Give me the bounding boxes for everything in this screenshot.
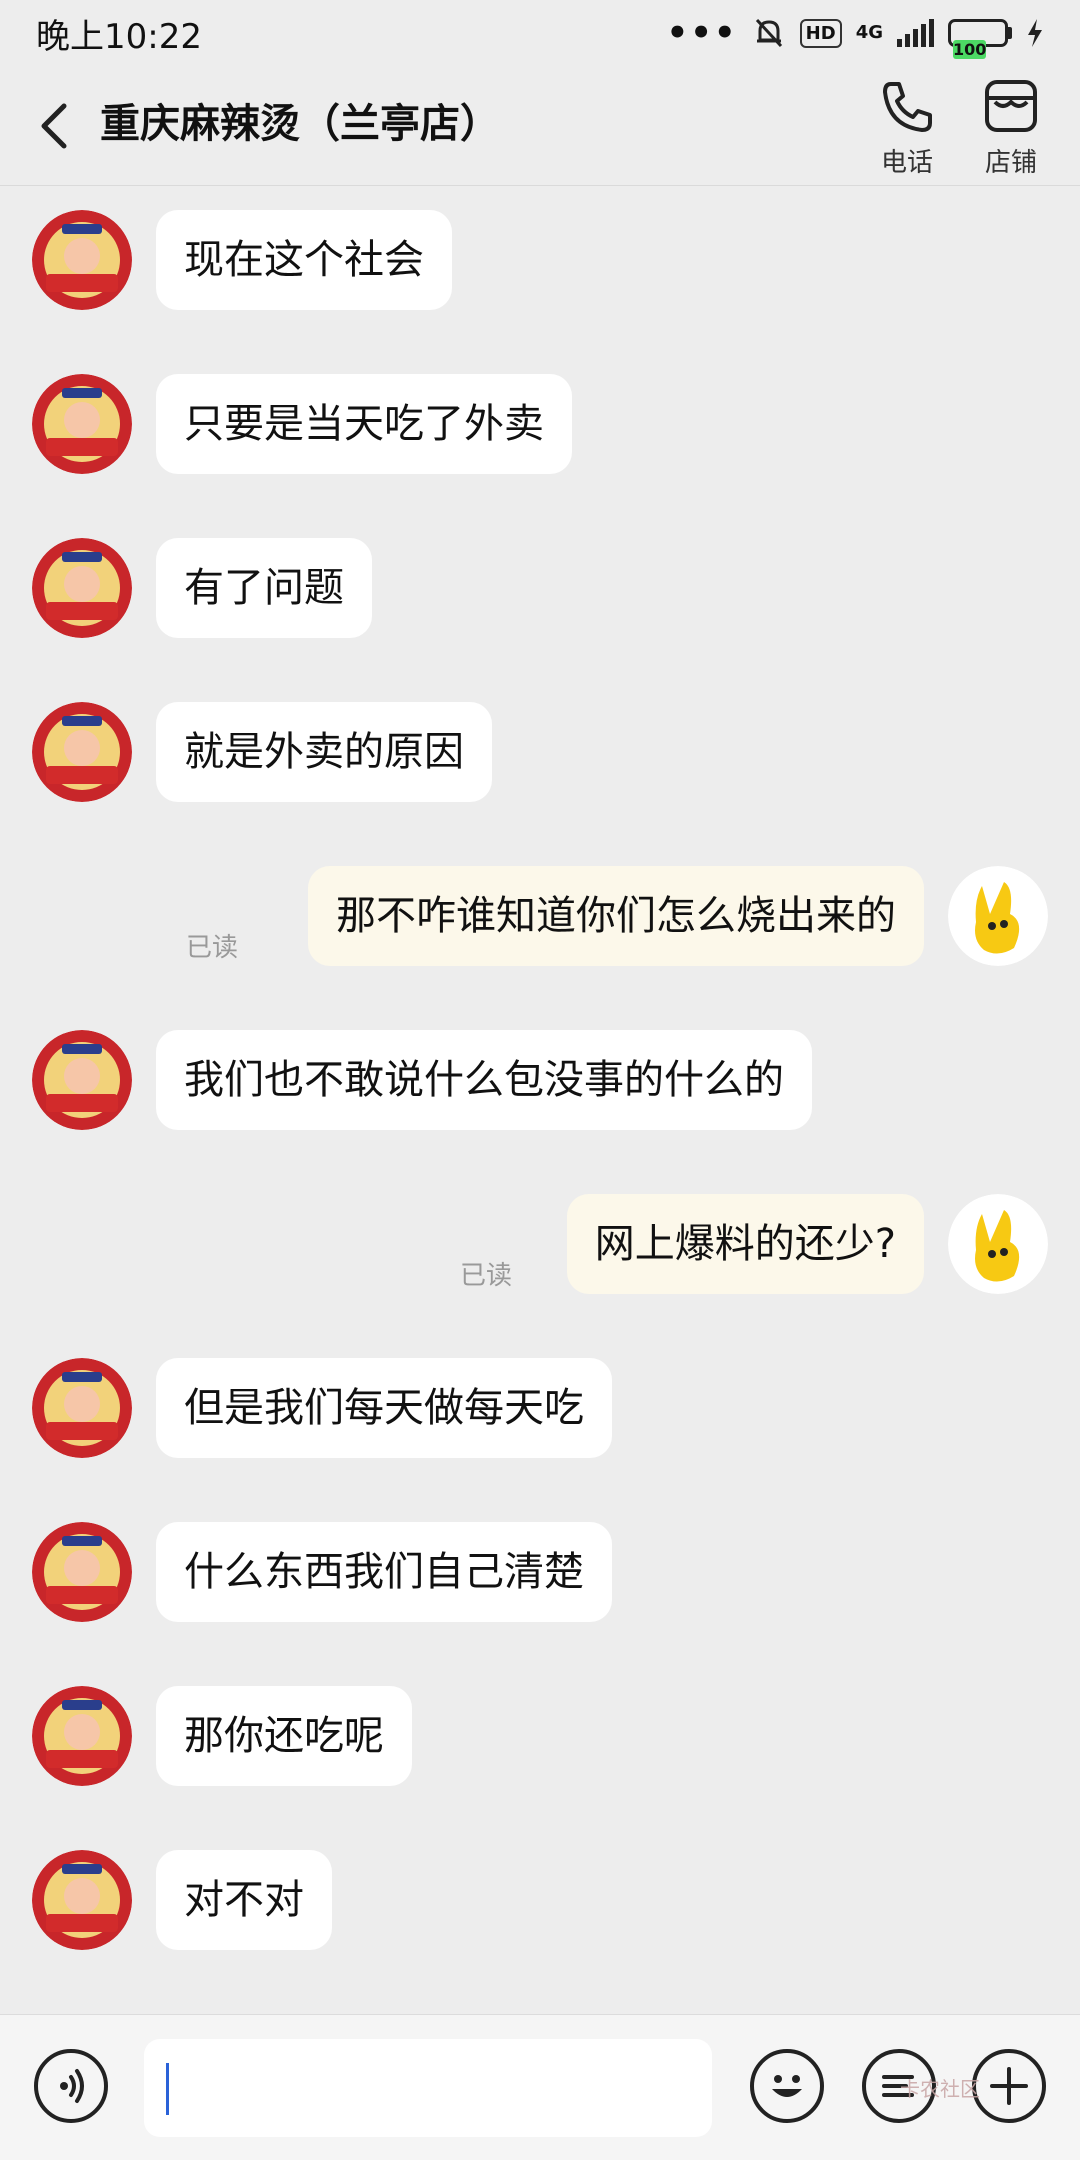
status-time: 晚上10:22 <box>36 16 202 57</box>
back-arrow-icon[interactable] <box>30 96 80 156</box>
message-row: 有了问题 <box>0 538 1080 638</box>
user-avatar[interactable] <box>948 1194 1048 1294</box>
read-receipt: 已读 <box>460 1261 513 1291</box>
user-avatar-icon <box>948 866 1048 966</box>
incoming-message-bubble[interactable]: 什么东西我们自己清楚 <box>156 1522 612 1622</box>
message-row: 那你还吃呢 <box>0 1686 1080 1786</box>
message-row: 但是我们每天做每天吃 <box>0 1358 1080 1458</box>
message-row: 我们也不敢说什么包没事的什么的 <box>0 1030 1080 1130</box>
shop-label: 店铺 <box>984 148 1037 178</box>
shop-logo-icon <box>32 1850 132 1950</box>
shop-logo-icon <box>32 1030 132 1130</box>
shop-avatar[interactable] <box>32 1850 132 1950</box>
hd-badge: HD <box>799 18 842 48</box>
message-row: 只要是当天吃了外卖 <box>0 374 1080 474</box>
shop-logo-icon <box>32 1358 132 1458</box>
battery-icon: 100 <box>948 19 1012 59</box>
status-icons: ••• HD 4G 100 <box>666 13 1044 59</box>
charging-icon <box>1028 19 1042 47</box>
more-notifications-icon: ••• <box>666 13 738 53</box>
shop-logo-icon <box>32 210 132 310</box>
plus-icon <box>990 2067 1028 2105</box>
user-avatar[interactable] <box>948 866 1048 966</box>
phone-label: 电话 <box>880 148 933 178</box>
shop-icon <box>985 80 1037 132</box>
message-row: 就是外卖的原因 <box>0 702 1080 802</box>
incoming-message-bubble[interactable]: 有了问题 <box>156 538 372 638</box>
shop-avatar[interactable] <box>32 538 132 638</box>
text-caret <box>166 2063 169 2115</box>
signal-icon <box>897 19 934 47</box>
shop-button[interactable]: 店铺 <box>966 76 1056 186</box>
status-bar: 晚上10:22 ••• HD 4G 100 <box>0 0 1080 66</box>
chat-title: 重庆麻辣烫（兰亭店） <box>100 101 500 147</box>
shop-avatar[interactable] <box>32 374 132 474</box>
shop-avatar[interactable] <box>32 702 132 802</box>
shop-logo-icon <box>32 374 132 474</box>
phone-button[interactable]: 电话 <box>862 76 952 186</box>
shop-avatar[interactable] <box>32 1358 132 1458</box>
input-bar: 卡农社区 <box>0 2014 1080 2160</box>
message-list[interactable]: 现在这个社会 只要是当天吃了外卖 有了问题 就是外卖的原因 那不咋谁知道你们怎么… <box>0 186 1080 2016</box>
user-avatar-icon <box>948 1194 1048 1294</box>
incoming-message-bubble[interactable]: 就是外卖的原因 <box>156 702 492 802</box>
voice-icon <box>60 2069 84 2103</box>
emoji-button[interactable] <box>750 2049 824 2123</box>
message-row: 对不对 <box>0 1850 1080 1950</box>
incoming-message-bubble[interactable]: 但是我们每天做每天吃 <box>156 1358 612 1458</box>
message-row: 那不咋谁知道你们怎么烧出来的 已读 <box>0 866 1080 966</box>
incoming-message-bubble[interactable]: 现在这个社会 <box>156 210 452 310</box>
more-actions-button[interactable] <box>972 2049 1046 2123</box>
shop-logo-icon <box>32 538 132 638</box>
message-row: 网上爆料的还少? 已读 <box>0 1194 1080 1294</box>
battery-level: 100 <box>953 40 987 59</box>
shop-avatar[interactable] <box>32 210 132 310</box>
incoming-message-bubble[interactable]: 我们也不敢说什么包没事的什么的 <box>156 1030 812 1130</box>
incoming-message-bubble[interactable]: 那你还吃呢 <box>156 1686 412 1786</box>
outgoing-message-bubble[interactable]: 那不咋谁知道你们怎么烧出来的 <box>308 866 924 966</box>
shop-avatar[interactable] <box>32 1686 132 1786</box>
shop-logo-icon <box>32 1686 132 1786</box>
shop-logo-icon <box>32 1522 132 1622</box>
phone-icon <box>883 82 932 132</box>
shop-avatar[interactable] <box>32 1030 132 1130</box>
emoji-icon <box>772 2075 802 2097</box>
message-row: 现在这个社会 <box>0 210 1080 310</box>
bell-muted-icon <box>755 18 782 48</box>
incoming-message-bubble[interactable]: 对不对 <box>156 1850 332 1950</box>
shop-logo-icon <box>32 702 132 802</box>
message-row: 什么东西我们自己清楚 <box>0 1522 1080 1622</box>
network-type: 4G <box>855 22 883 43</box>
shop-avatar[interactable] <box>32 1522 132 1622</box>
message-input[interactable] <box>144 2039 712 2137</box>
voice-input-button[interactable] <box>34 2049 108 2123</box>
read-receipt: 已读 <box>186 933 239 963</box>
chat-header: 重庆麻辣烫（兰亭店） 电话 店铺 <box>0 66 1080 186</box>
incoming-message-bubble[interactable]: 只要是当天吃了外卖 <box>156 374 572 474</box>
watermark-text: 卡农社区 <box>900 2077 980 2101</box>
outgoing-message-bubble[interactable]: 网上爆料的还少? <box>566 1194 924 1294</box>
